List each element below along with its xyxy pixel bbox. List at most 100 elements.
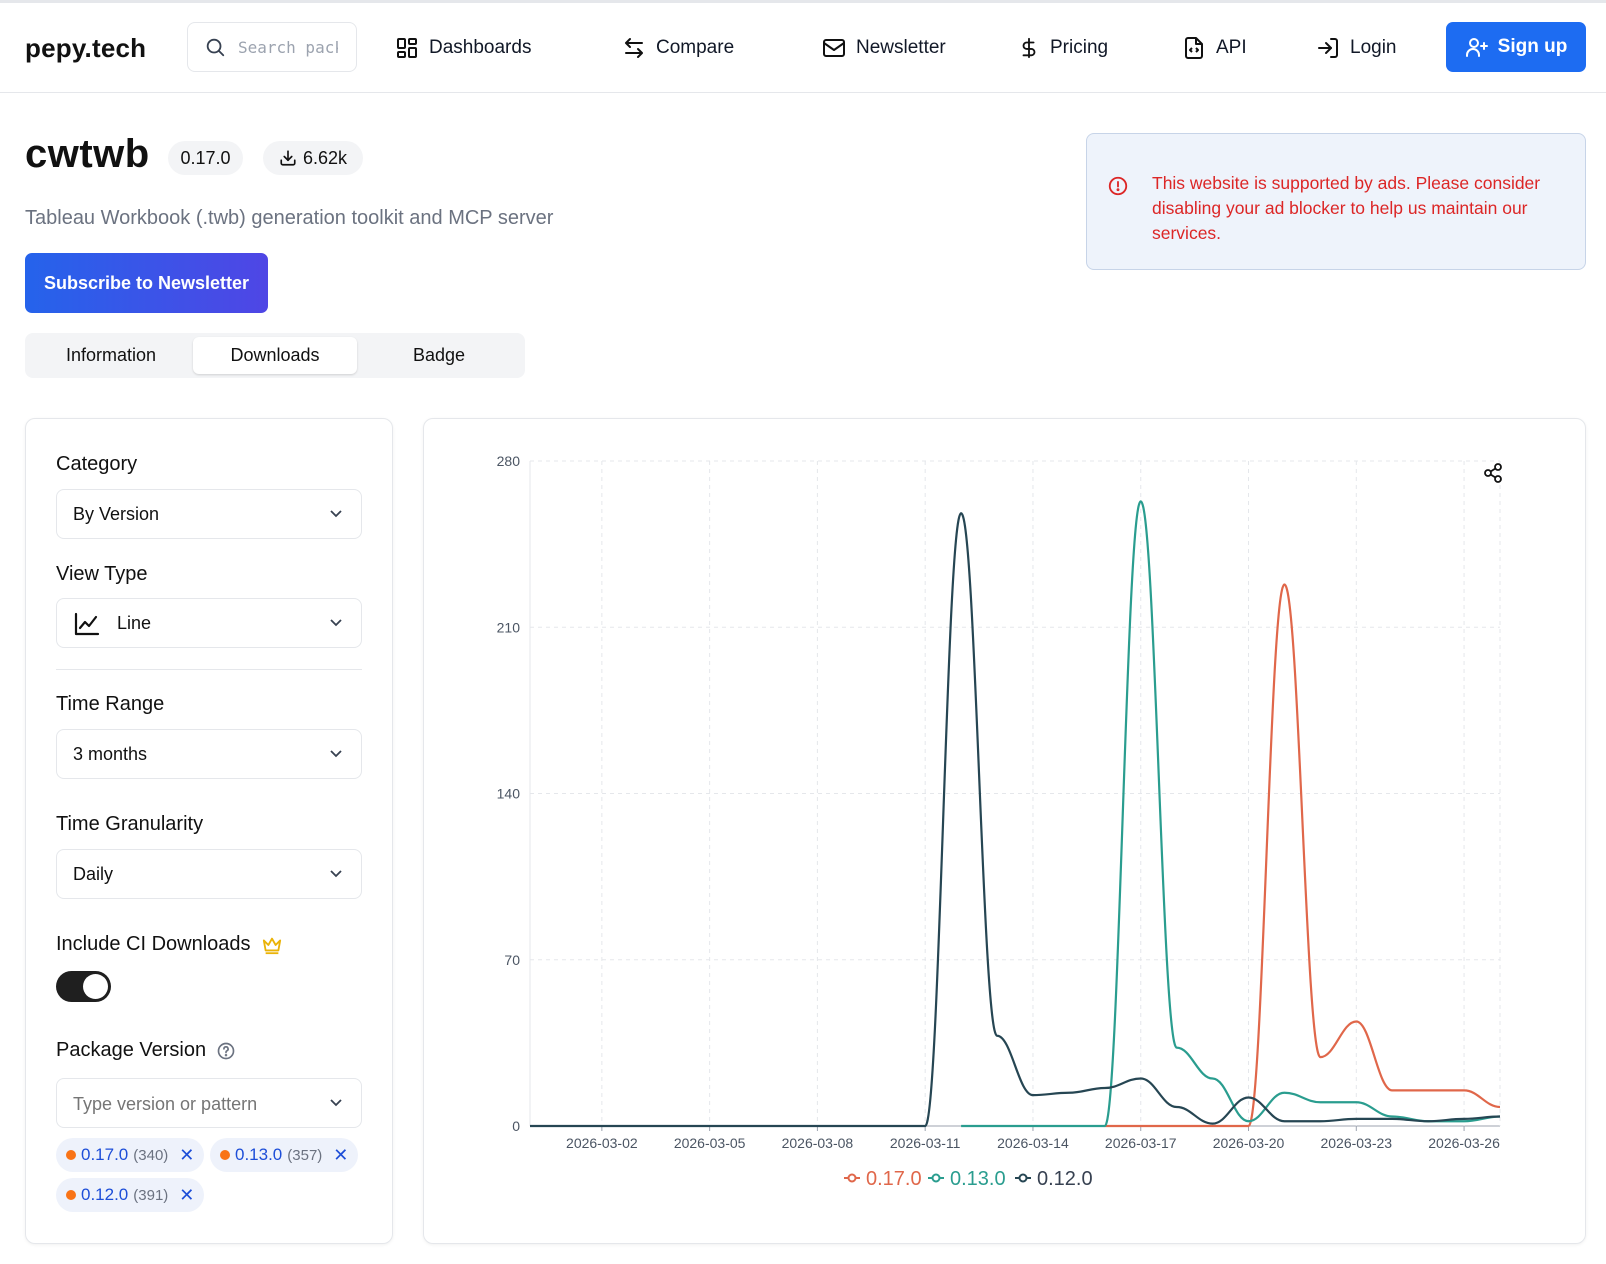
search-box[interactable] bbox=[187, 22, 357, 72]
x-tick-label: 2026-03-02 bbox=[566, 1135, 638, 1151]
signup-button[interactable]: Sign up bbox=[1446, 22, 1586, 72]
time-range-select[interactable]: 3 months bbox=[56, 729, 362, 779]
view-type-label: View Type bbox=[56, 563, 148, 585]
nav-pricing-label: Pricing bbox=[1050, 37, 1109, 58]
x-tick-label: 2026-03-14 bbox=[997, 1135, 1069, 1151]
chip-version: 0.13.0 bbox=[235, 1145, 283, 1164]
chevron-down-icon bbox=[330, 750, 342, 758]
mail-icon bbox=[823, 39, 845, 57]
nav-login-label: Login bbox=[1350, 37, 1397, 58]
remove-version-button[interactable]: ✕ bbox=[179, 1145, 194, 1166]
chevron-down-icon bbox=[330, 619, 342, 627]
time-granularity-select[interactable]: Daily bbox=[56, 849, 362, 899]
downloads-line-chart: 0 70 140 210 280 2026-03-02 2026-03-05 2026-03… bbox=[497, 453, 1502, 1190]
remove-version-button[interactable]: ✕ bbox=[179, 1185, 194, 1206]
y-tick-label: 210 bbox=[497, 619, 521, 635]
y-tick-label: 0 bbox=[512, 1118, 520, 1134]
nav-newsletter[interactable]: Newsletter bbox=[822, 34, 946, 62]
nav-api[interactable]: API bbox=[1182, 34, 1247, 62]
downloads-text: 6.62k bbox=[302, 147, 348, 168]
chevron-down-icon bbox=[330, 510, 342, 518]
tab-badge[interactable]: Badge bbox=[357, 337, 521, 374]
package-version-label: Package Version bbox=[56, 1039, 207, 1061]
chip-count: (391) bbox=[133, 1186, 169, 1204]
tab-bar: Information Downloads Badge bbox=[25, 333, 525, 378]
legend-item[interactable]: 0.17.0 bbox=[844, 1168, 922, 1190]
chevron-down-icon bbox=[330, 870, 342, 878]
search-icon bbox=[206, 38, 225, 57]
downloads-badge: 6.62k bbox=[263, 141, 363, 175]
share-icon[interactable] bbox=[1484, 463, 1502, 483]
ci-downloads-toggle[interactable] bbox=[56, 971, 111, 1002]
legend-marker bbox=[1018, 1173, 1028, 1183]
top-nav: pepy.tech Dashboards Compare Newsletter … bbox=[0, 3, 1606, 93]
x-tick-label: 2026-03-23 bbox=[1320, 1135, 1392, 1151]
package-description: Tableau Workbook (.twb) generation toolk… bbox=[25, 207, 554, 229]
legend-label: 0.17.0 bbox=[866, 1168, 922, 1190]
version-chip: 0.17.0 (340) ✕ bbox=[56, 1138, 205, 1172]
remove-version-button[interactable]: ✕ bbox=[333, 1145, 348, 1166]
legend-item[interactable]: 0.13.0 bbox=[928, 1168, 1006, 1190]
toggle-knob bbox=[83, 974, 108, 999]
version-pattern-input[interactable] bbox=[73, 1091, 323, 1117]
code-file-icon bbox=[1185, 37, 1203, 59]
version-dot bbox=[66, 1190, 76, 1200]
version-chip: 0.12.0 (391) ✕ bbox=[56, 1178, 205, 1212]
ci-downloads-row: Include CI Downloads bbox=[56, 933, 283, 956]
category-select[interactable]: By Version bbox=[56, 489, 362, 539]
x-tick-label: 2026-03-26 bbox=[1428, 1135, 1500, 1151]
y-tick-label: 140 bbox=[497, 786, 521, 802]
y-tick-label: 70 bbox=[504, 952, 520, 968]
legend-label: 0.12.0 bbox=[1037, 1168, 1093, 1190]
legend-marker bbox=[931, 1173, 941, 1183]
legend-item[interactable]: 0.12.0 bbox=[1015, 1168, 1093, 1190]
line-chart-icon bbox=[74, 612, 100, 636]
version-pattern-select[interactable] bbox=[56, 1078, 362, 1128]
version-text: 0.17.0 bbox=[180, 147, 231, 168]
subscribe-newsletter-button[interactable]: Subscribe to Newsletter bbox=[25, 253, 268, 313]
ad-notice-text: This website is supported by ads. Please… bbox=[1152, 173, 1541, 243]
x-tick-label: 2026-03-11 bbox=[890, 1135, 961, 1151]
package-version-row: Package Version bbox=[56, 1039, 236, 1062]
tab-downloads[interactable]: Downloads bbox=[193, 337, 357, 374]
category-value: By Version bbox=[73, 504, 160, 524]
ad-notice: This website is supported by ads. Please… bbox=[1086, 133, 1586, 270]
download-icon bbox=[280, 150, 296, 166]
signup-label: Sign up bbox=[1497, 36, 1568, 57]
series-line-0.17.0 bbox=[1104, 583, 1501, 1128]
login-icon bbox=[1318, 38, 1338, 58]
time-granularity-value: Daily bbox=[73, 864, 114, 884]
view-type-value: Line bbox=[117, 613, 152, 633]
chevron-down-icon bbox=[330, 1099, 342, 1107]
ci-downloads-label: Include CI Downloads bbox=[56, 933, 251, 955]
nav-pricing[interactable]: Pricing bbox=[1018, 34, 1108, 62]
alert-circle-icon bbox=[1108, 176, 1128, 196]
chip-version: 0.17.0 bbox=[81, 1145, 129, 1164]
y-tick-label: 280 bbox=[497, 453, 521, 469]
add-user-icon bbox=[1465, 38, 1488, 57]
dashboard-icon bbox=[397, 38, 417, 58]
legend-label: 0.13.0 bbox=[950, 1168, 1006, 1190]
nav-compare[interactable]: Compare bbox=[622, 34, 734, 62]
package-name: cwtwb bbox=[25, 132, 150, 176]
nav-login[interactable]: Login bbox=[1316, 34, 1397, 62]
x-tick-label: 2026-03-17 bbox=[1105, 1135, 1177, 1151]
chip-count: (357) bbox=[287, 1146, 323, 1164]
tab-information[interactable]: Information bbox=[29, 337, 193, 374]
chip-count: (340) bbox=[133, 1146, 169, 1164]
nav-compare-label: Compare bbox=[656, 37, 735, 58]
series-line-0.12.0 bbox=[530, 512, 1501, 1128]
legend-marker bbox=[847, 1173, 857, 1183]
category-label: Category bbox=[56, 453, 138, 475]
compare-arrows-icon bbox=[625, 38, 643, 58]
nav-dashboards[interactable]: Dashboards bbox=[395, 34, 531, 62]
help-circle-icon[interactable] bbox=[216, 1041, 236, 1061]
series-line-0.13.0 bbox=[961, 500, 1501, 1128]
x-tick-label: 2026-03-05 bbox=[674, 1135, 746, 1151]
site-logo[interactable]: pepy.tech bbox=[25, 33, 146, 64]
crown-icon bbox=[262, 937, 281, 954]
view-type-select[interactable]: Line bbox=[56, 598, 362, 648]
search-input[interactable] bbox=[238, 35, 338, 59]
chip-version: 0.12.0 bbox=[81, 1185, 129, 1204]
x-tick-label: 2026-03-08 bbox=[782, 1135, 854, 1151]
